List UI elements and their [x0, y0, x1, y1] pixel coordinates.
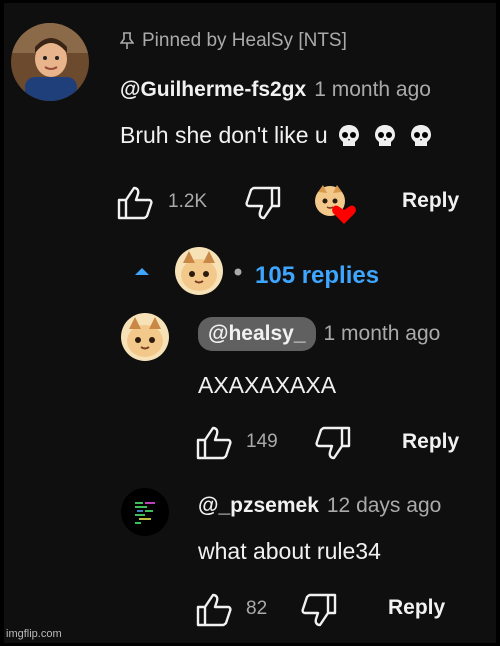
comment-header: @Guilherme-fs2gx 1 month ago	[120, 78, 431, 102]
comment-text: AXAXAXAXA	[198, 372, 337, 398]
like-count: 149	[246, 431, 278, 452]
watermark: imgflip.com	[6, 628, 62, 640]
creator-avatar	[175, 247, 223, 295]
avatar[interactable]	[11, 23, 89, 101]
comment-body: Bruh she don't like u	[120, 122, 434, 149]
reply-button[interactable]: Reply	[388, 596, 445, 620]
pin-icon	[120, 32, 134, 50]
like-button[interactable]	[195, 426, 233, 460]
reply-button[interactable]: Reply	[402, 189, 459, 213]
comment-author[interactable]: @_pzsemek	[198, 494, 319, 517]
creator-heart-icon	[312, 184, 358, 226]
skull-emoji-icon	[372, 123, 398, 149]
comment-time[interactable]: 1 month ago	[324, 322, 441, 346]
pinned-by-text: Pinned by HealSy [NTS]	[142, 30, 347, 51]
comment-text: Bruh she don't like u	[120, 122, 328, 148]
creator-author-chip[interactable]: @healsy_	[198, 317, 316, 351]
pinned-label: Pinned by HealSy [NTS]	[120, 30, 347, 52]
skull-emoji-icon	[408, 123, 434, 149]
like-button[interactable]	[116, 186, 154, 220]
comment-header: @healsy_ 1 month ago	[198, 317, 440, 351]
skull-emoji-icon	[336, 123, 362, 149]
replies-toggle[interactable]: 105 replies	[255, 262, 379, 290]
comment-time[interactable]: 1 month ago	[314, 78, 431, 101]
comment-header: @_pzsemek 12 days ago	[198, 494, 441, 518]
like-count: 1.2K	[168, 191, 208, 212]
avatar[interactable]	[121, 488, 169, 536]
dislike-button[interactable]	[244, 186, 282, 220]
like-button[interactable]	[195, 593, 233, 627]
comment-text: what about rule34	[198, 538, 381, 564]
dislike-button[interactable]	[314, 426, 352, 460]
reply-button[interactable]: Reply	[402, 430, 459, 454]
comment-time[interactable]: 12 days ago	[327, 494, 441, 517]
avatar[interactable]	[121, 313, 169, 361]
comment-author[interactable]: @Guilherme-fs2gx	[120, 78, 306, 101]
collapse-arrow-icon[interactable]	[134, 266, 150, 276]
dislike-button[interactable]	[300, 593, 338, 627]
separator-dot-icon	[234, 268, 242, 276]
like-count: 82	[246, 598, 268, 619]
